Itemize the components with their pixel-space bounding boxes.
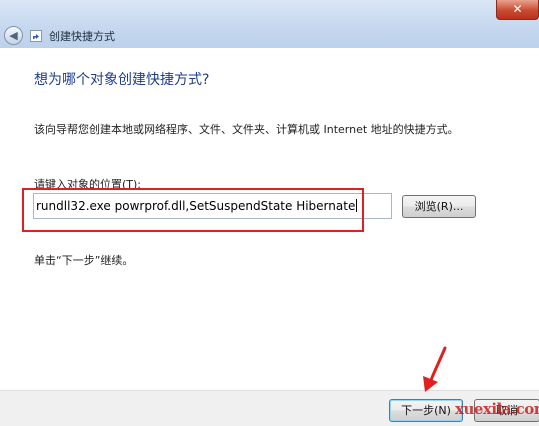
page-heading: 想为哪个对象创建快捷方式? [34, 72, 210, 88]
annotation-arrow-icon [423, 346, 447, 392]
close-icon: ✕ [512, 2, 523, 16]
watermark: xuexila.com [455, 400, 539, 418]
browse-button[interactable]: 浏览(R)... [402, 195, 476, 218]
back-arrow-icon: ◀ [9, 29, 18, 42]
window-title: 创建快捷方式 [49, 30, 115, 43]
annotation-highlight-box [22, 188, 364, 232]
title-bar: ◀ 创建快捷方式 ✕ [0, 0, 539, 48]
shortcut-icon [30, 30, 42, 42]
next-button[interactable]: 下一步(N) [389, 399, 463, 422]
back-button[interactable]: ◀ [4, 26, 23, 45]
continue-hint: 单击“下一步”继续。 [34, 254, 134, 267]
wizard-description: 该向导帮您创建本地或网络程序、文件、文件夹、计算机或 Internet 地址的快… [34, 123, 459, 136]
close-button[interactable]: ✕ [496, 0, 539, 20]
